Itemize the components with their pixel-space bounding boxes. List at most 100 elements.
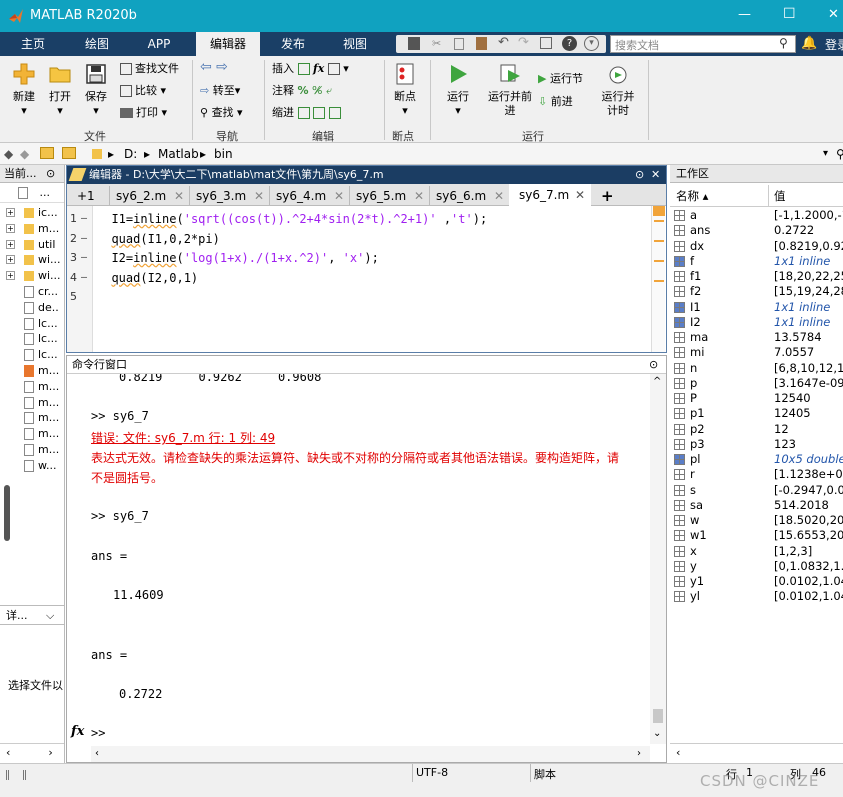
expand-icon[interactable]: + (6, 239, 15, 249)
line-marker[interactable]: — (81, 230, 87, 248)
code-line[interactable]: 4 — quad(I2,0,1) (67, 269, 647, 287)
cut-icon[interactable]: ✂ (432, 37, 441, 50)
address-search-icon[interactable]: ⚲ (836, 143, 843, 165)
file-list-item[interactable]: w... (0, 458, 64, 473)
file-list-item[interactable]: m... (0, 426, 64, 441)
file-list-item[interactable]: cr... (0, 284, 64, 299)
file-list-item[interactable]: + wi... (0, 252, 64, 267)
code-line[interactable]: 5 (67, 288, 647, 306)
workspace-variable-row[interactable]: I1 1x1 inline (670, 300, 843, 315)
file-list-item[interactable]: + m... (0, 221, 64, 236)
expand-icon[interactable]: + (6, 255, 15, 265)
command-prompt-input[interactable]: >> (91, 726, 105, 740)
tab-close-icon[interactable]: ✕ (334, 186, 344, 206)
workspace-variable-row[interactable]: x [1,2,3] (670, 544, 843, 559)
path-dropdown-icon[interactable]: ▾ (823, 143, 828, 165)
workspace-variable-row[interactable]: ans 0.2722 (670, 223, 843, 238)
horizontal-scrollbar[interactable]: ‹ › (0, 743, 64, 761)
workspace-variable-row[interactable]: f1 [18,20,22,25, (670, 269, 843, 284)
file-list-item[interactable]: + wi... (0, 268, 64, 283)
expand-icon[interactable]: + (6, 271, 15, 281)
workspace-variable-row[interactable]: p [3.1647e-09, (670, 376, 843, 391)
compare-button[interactable]: 比较 ▾ (120, 83, 166, 99)
run-button[interactable]: 运行 ▾ (440, 62, 476, 118)
path-segment[interactable]: Matlab (158, 143, 199, 165)
tab-close-icon[interactable]: ✕ (254, 186, 264, 206)
advance-button[interactable]: ⇩ 前进 (538, 94, 573, 110)
redo-icon[interactable]: ↷ (518, 35, 529, 50)
find-files-button[interactable]: 查找文件 (120, 61, 179, 77)
workspace-variable-row[interactable]: sa 514.2018 (670, 498, 843, 513)
tab-close-icon[interactable]: ✕ (575, 184, 585, 206)
tab-close-icon[interactable]: ✕ (494, 186, 504, 206)
minimize-button[interactable]: — (738, 7, 751, 22)
open-button[interactable]: 打开 ▾ (44, 62, 76, 118)
login-link[interactable]: 登录 (825, 36, 843, 53)
run-advance-button[interactable]: 运行并前进 (488, 62, 532, 118)
expand-icon[interactable]: + (6, 223, 15, 233)
close-button[interactable]: ✕ (828, 7, 839, 22)
file-tab-active[interactable]: sy6_7.m ✕ (509, 184, 591, 206)
expand-icon[interactable]: + (6, 208, 15, 217)
code-line[interactable]: 1 — I1=inline('sqrt((cos(t)).^2+4*sin(2*t… (67, 210, 647, 228)
file-tab[interactable]: sy6_2.m ✕ (109, 186, 187, 206)
options-icon[interactable]: ▾ (584, 36, 599, 51)
column-name[interactable]: 名称 ▴ (676, 185, 708, 207)
save-icon[interactable] (408, 37, 420, 50)
tab-home[interactable]: 主页 (0, 32, 66, 56)
back-forward-buttons[interactable]: ⇦ ⇨ (200, 59, 228, 75)
search-box[interactable]: 搜索文档 ⚲ (610, 35, 796, 53)
workspace-variable-row[interactable]: p1 12405 (670, 406, 843, 421)
workspace-variable-row[interactable]: w1 [15.6553,20.3 (670, 528, 843, 543)
editor-options-icon[interactable]: ⊙ (635, 166, 644, 184)
find-button[interactable]: ⚲ 查找 ▾ (200, 105, 243, 121)
code-line[interactable]: 2 — quad(I1,0,2*pi) (67, 230, 647, 248)
workspace-variable-row[interactable]: yl [0.0102,1.042 (670, 589, 843, 604)
file-tab[interactable]: sy6_4.m ✕ (269, 186, 347, 206)
line-marker[interactable]: — (81, 269, 87, 287)
workspace-variable-row[interactable]: pl 10x5 double (670, 452, 843, 467)
notification-bell-icon[interactable]: 🔔 (801, 36, 817, 51)
tab-close-icon[interactable]: ✕ (414, 186, 424, 206)
paste-icon[interactable] (476, 37, 487, 50)
column-value[interactable]: 值 (774, 185, 786, 207)
workspace-variable-row[interactable]: s [-0.2947,0.03 (670, 483, 843, 498)
workspace-variable-row[interactable]: dx [0.8219,0.926 (670, 239, 843, 254)
workspace-variable-row[interactable]: r [1.1238e+02 (670, 467, 843, 482)
file-list-item[interactable]: m... (0, 410, 64, 425)
help-icon[interactable]: ? (562, 36, 577, 51)
workspace-variable-row[interactable]: p2 12 (670, 422, 843, 437)
workspace-variable-row[interactable]: w [18.5020,20.4 (670, 513, 843, 528)
workspace-variable-row[interactable]: n [6,8,10,12,14 (670, 361, 843, 376)
file-tab[interactable]: sy6_6.m ✕ (429, 186, 507, 206)
file-list-item[interactable]: lc... (0, 331, 64, 346)
command-options-icon[interactable]: ⊙ (649, 356, 658, 374)
line-marker[interactable]: — (81, 249, 87, 267)
tab-plots[interactable]: 绘图 (66, 32, 128, 56)
search-input[interactable]: 搜索文档 (615, 37, 659, 53)
panel-menu-icon[interactable]: ⊙ (46, 165, 55, 183)
breakpoints-button[interactable]: 断点 ▾ (390, 62, 420, 118)
up-folder-icon[interactable] (40, 147, 54, 159)
insert-button[interactable]: 插入 fx ▾ (272, 61, 349, 77)
workspace-variable-row[interactable]: y [0,1.0832,1.3 (670, 559, 843, 574)
workspace-variable-row[interactable]: mi 7.0557 (670, 345, 843, 360)
scroll-thumb[interactable] (653, 709, 663, 723)
workspace-variable-row[interactable]: ma 13.5784 (670, 330, 843, 345)
tab-close-icon[interactable]: ✕ (174, 186, 184, 206)
file-list-item[interactable]: lc... (0, 316, 64, 331)
new-button[interactable]: 新建 ▾ (8, 62, 40, 118)
file-list-item[interactable]: m... (0, 363, 64, 378)
search-icon[interactable]: ⚲ (779, 36, 788, 50)
path-drive[interactable]: D: (124, 143, 137, 165)
file-list-item[interactable]: m... (0, 379, 64, 394)
tab-publish[interactable]: 发布 (262, 32, 324, 56)
file-tab[interactable]: sy6_3.m ✕ (189, 186, 267, 206)
horizontal-scrollbar[interactable]: ‹ (670, 743, 843, 761)
browse-folder-icon[interactable] (62, 147, 76, 159)
run-section-button[interactable]: ▶ 运行节 (538, 71, 583, 87)
collapse-icon[interactable]: ⌵ (46, 606, 54, 626)
copy-icon[interactable] (454, 38, 464, 50)
vertical-scrollbar[interactable] (4, 485, 10, 541)
tab-editor[interactable]: 编辑器 (196, 32, 260, 56)
